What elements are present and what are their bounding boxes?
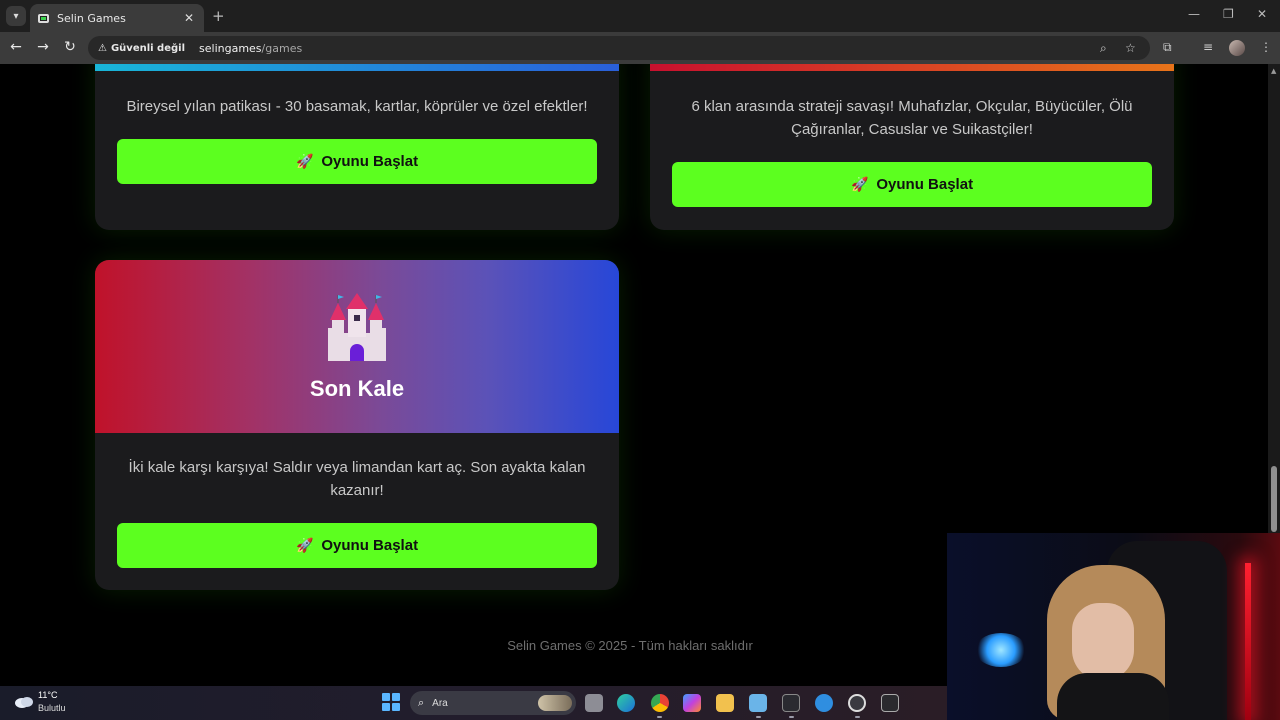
- weather-temperature[interactable]: 11°C: [38, 690, 57, 700]
- browser-tab-bar: ▾ Selin Games ✕ + — ❐ ✕: [0, 0, 1280, 32]
- search-icon: ⌕: [418, 696, 425, 709]
- game-card-clan-war: 6 klan arasında strateji savaşı! Muhafız…: [650, 64, 1174, 230]
- game-description: Bireysel yılan patikası - 30 basamak, ka…: [126, 98, 588, 115]
- card-hero-banner: Son Kale: [95, 260, 619, 433]
- game-card-son-kale: Son Kale İki kale karşı karşıya! Saldır …: [95, 260, 619, 590]
- gamepad-favicon-icon: [38, 13, 49, 23]
- warning-triangle-icon: ⚠: [98, 42, 107, 54]
- start-game-button[interactable]: 🚀 Oyunu Başlat: [117, 139, 597, 184]
- new-tab-button[interactable]: +: [212, 7, 225, 25]
- docker-icon[interactable]: [815, 694, 833, 712]
- scroll-up-arrow-icon[interactable]: ▲: [1271, 67, 1276, 75]
- game-description: İki kale karşı karşıya! Saldır veya lima…: [128, 459, 586, 499]
- zoom-icon[interactable]: ⌕: [1100, 41, 1107, 56]
- windows-start-icon[interactable]: [382, 693, 400, 711]
- browser-toolbar: ← → ↻ ⚠ Güvenli değil selingames/games ⌕…: [0, 32, 1280, 64]
- minimize-icon[interactable]: —: [1188, 7, 1200, 21]
- restore-icon[interactable]: ❐: [1223, 7, 1234, 21]
- notepad-icon[interactable]: [749, 694, 767, 712]
- tab-title: Selin Games: [57, 11, 126, 25]
- castle-icon: [328, 293, 386, 361]
- start-game-button[interactable]: 🚀 Oyunu Başlat: [117, 523, 597, 568]
- start-game-label: Oyunu Başlat: [321, 537, 419, 554]
- webcam-overlay: [947, 533, 1280, 720]
- edge-browser-icon[interactable]: [617, 694, 635, 712]
- start-game-button[interactable]: 🚀 Oyunu Başlat: [672, 162, 1152, 207]
- tab-selin-games[interactable]: Selin Games ✕: [30, 4, 204, 32]
- url-host: selingames: [199, 41, 262, 55]
- terminal-icon[interactable]: [881, 694, 899, 712]
- menu-kebab-icon[interactable]: ⋮: [1260, 40, 1272, 54]
- profile-avatar[interactable]: [1229, 40, 1245, 56]
- start-game-label: Oyunu Başlat: [321, 153, 419, 170]
- windows-taskbar: 11°C Bulutlu ⌕ Ara: [0, 686, 947, 720]
- tab-search-button[interactable]: ▾: [6, 6, 26, 26]
- rocket-icon: 🚀: [295, 153, 314, 169]
- rocket-icon: 🚀: [295, 537, 314, 553]
- start-game-label: Oyunu Başlat: [876, 176, 974, 193]
- streamer-face: [1072, 603, 1134, 681]
- back-arrow-icon[interactable]: ←: [7, 39, 25, 55]
- search-highlight-image: [538, 695, 572, 711]
- reload-icon[interactable]: ↻: [61, 39, 79, 55]
- card-accent-strip: [650, 64, 1174, 71]
- game-description: 6 klan arasında strateji savaşı! Muhafız…: [691, 98, 1133, 138]
- tab-close-icon[interactable]: ✕: [182, 11, 196, 25]
- running-indicator: [657, 716, 662, 718]
- cloud-weather-icon[interactable]: [14, 694, 34, 708]
- taskbar-search[interactable]: ⌕ Ara: [410, 691, 576, 715]
- scrollbar-thumb[interactable]: [1271, 466, 1277, 532]
- media-controls-icon[interactable]: ≡: [1203, 40, 1213, 54]
- window-close-icon[interactable]: ✕: [1257, 7, 1267, 21]
- task-view-icon[interactable]: [585, 694, 603, 712]
- extensions-puzzle-icon[interactable]: ⧉: [1163, 40, 1172, 55]
- app-box-icon[interactable]: [782, 694, 800, 712]
- streamer-body: [1057, 673, 1169, 720]
- url-path: /games: [261, 41, 303, 55]
- security-label[interactable]: Güvenli değil: [111, 43, 191, 54]
- game-title: Son Kale: [309, 376, 405, 401]
- running-indicator: [789, 716, 794, 718]
- game-card-snake-path: Bireysel yılan patikası - 30 basamak, ka…: [95, 64, 619, 230]
- running-indicator: [756, 716, 761, 718]
- copilot-icon[interactable]: [683, 694, 701, 712]
- blue-light-lamp: [975, 633, 1027, 667]
- bookmark-star-icon[interactable]: ☆: [1125, 41, 1136, 55]
- obs-recording-icon[interactable]: [848, 694, 866, 712]
- search-placeholder: Ara: [432, 697, 448, 709]
- chrome-browser-icon[interactable]: [651, 694, 669, 712]
- file-explorer-icon[interactable]: [716, 694, 734, 712]
- running-indicator: [855, 716, 860, 718]
- red-led-strip: [1245, 563, 1251, 720]
- card-accent-strip: [95, 64, 619, 71]
- forward-arrow-icon[interactable]: →: [34, 39, 52, 55]
- rocket-icon: 🚀: [850, 176, 869, 192]
- address-bar[interactable]: ⚠ Güvenli değil selingames/games ⌕ ☆: [88, 36, 1150, 60]
- weather-condition[interactable]: Bulutlu: [38, 703, 66, 713]
